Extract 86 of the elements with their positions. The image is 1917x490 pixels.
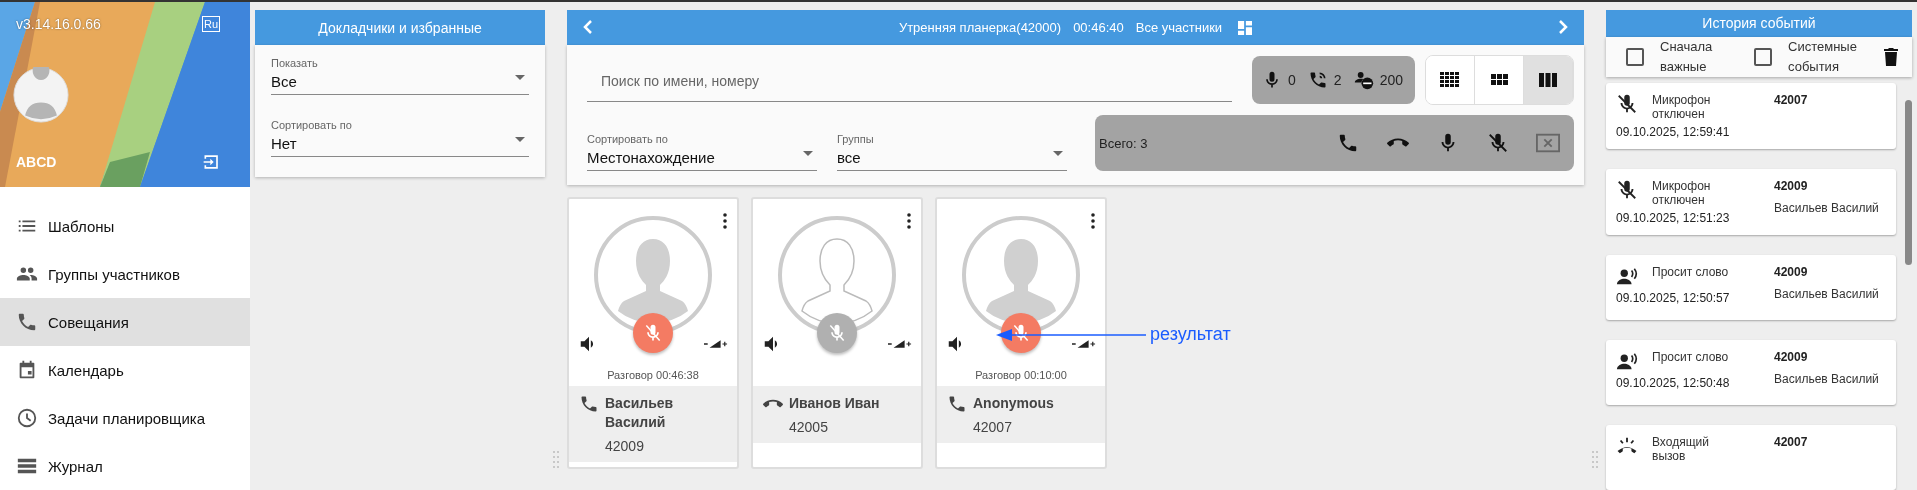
annotation-label: результат xyxy=(1150,324,1231,345)
mute-icon xyxy=(1011,323,1031,343)
layout-button[interactable] xyxy=(1524,56,1573,104)
participant-number: 42005 xyxy=(789,419,829,435)
search-field[interactable]: Поиск по имени, номеру xyxy=(587,58,1233,102)
panel-title: Докладчики и избранные xyxy=(318,19,482,36)
nav-item[interactable]: Совещания xyxy=(0,298,250,346)
phone-icon xyxy=(16,311,38,333)
event-number: 42009 xyxy=(1774,179,1809,193)
view-label: Все участники xyxy=(1135,20,1223,35)
event-time: 09.10.2025, 12:59:41 xyxy=(1616,125,1731,139)
checkbox-option[interactable]: Системные события xyxy=(1754,36,1874,77)
select-field[interactable]: Группы все xyxy=(837,133,1067,171)
dropdown-arrow-icon[interactable] xyxy=(1053,151,1063,156)
select-field[interactable]: Показать Все xyxy=(271,57,529,95)
mute-icon[interactable] xyxy=(1486,132,1510,154)
participant-card[interactable]: Разговор 00:46:38 Васильев Василий 42009 xyxy=(567,197,739,469)
stat-count: 2 xyxy=(1333,72,1342,88)
mute-icon xyxy=(643,323,663,343)
nav-item[interactable]: Группы участников xyxy=(0,250,250,298)
event-participant: Васильев Василий xyxy=(1774,287,1879,301)
dropdown-arrow-icon[interactable] xyxy=(515,137,525,142)
more-icon[interactable] xyxy=(907,213,911,229)
conference-title: Утренняя планерка(42000) xyxy=(898,20,1062,35)
participant-card[interactable]: Разговор 00:10:00 Anonymous 42007 xyxy=(935,197,1107,469)
more-icon[interactable] xyxy=(723,213,727,229)
select-field[interactable]: Сортировать по Местонахождение xyxy=(587,133,817,171)
more-icon[interactable] xyxy=(1091,213,1095,229)
scrollbar[interactable] xyxy=(1905,100,1912,265)
event-type: Просит слово xyxy=(1652,350,1730,366)
participant-number: 42007 xyxy=(973,419,1013,435)
phone-icon xyxy=(579,394,599,414)
event-time: 09.10.2025, 12:50:48 xyxy=(1616,376,1731,390)
event-time: 09.10.2025, 12:50:57 xyxy=(1616,291,1731,305)
user-avatar-icon xyxy=(13,67,69,123)
dashboard-icon[interactable] xyxy=(1238,20,1253,35)
grid-icon xyxy=(1440,72,1460,88)
volume-level-icon[interactable] xyxy=(704,339,728,349)
event-time: 09.10.2025, 12:51:23 xyxy=(1616,211,1731,225)
stat-count: 0 xyxy=(1288,72,1296,88)
event-number: 42009 xyxy=(1774,350,1809,364)
event-participant: Васильев Василий xyxy=(1774,372,1879,386)
event-type: Просит слово xyxy=(1652,265,1730,281)
language-button[interactable]: Ru xyxy=(201,16,220,32)
event-number: 42007 xyxy=(1774,93,1808,107)
resize-handle-icon[interactable] xyxy=(553,450,559,470)
participant-number: 42009 xyxy=(605,438,645,454)
panel-title: История событий xyxy=(1702,15,1816,32)
layout-button[interactable] xyxy=(1426,56,1475,104)
event-type: Микрофон отключен xyxy=(1652,93,1712,121)
nav-item[interactable]: Шаблоны xyxy=(0,202,250,250)
nav-item[interactable]: Журнал xyxy=(0,442,250,490)
user-name: ABCD xyxy=(16,154,57,170)
resize-handle-icon[interactable] xyxy=(1592,450,1598,470)
volume-level-icon[interactable] xyxy=(1072,339,1096,349)
volume-level-icon[interactable] xyxy=(888,339,912,349)
trash-icon[interactable] xyxy=(1884,47,1898,66)
stat-count: 200 xyxy=(1379,72,1403,88)
conference-duration: 00:46:40 xyxy=(1073,20,1124,35)
clock-icon xyxy=(16,407,38,429)
event-participant: Васильев Василий xyxy=(1774,201,1879,215)
event-type: Микрофон отключен xyxy=(1652,179,1712,207)
call-status: Разговор 00:10:00 xyxy=(975,369,1067,382)
participant-card[interactable]: Иванов Иван 42005 xyxy=(751,197,923,469)
participant-name: Васильев Василий xyxy=(605,394,675,432)
total-count: Всего: 3 xyxy=(1099,135,1149,151)
phone-icon xyxy=(947,394,967,414)
call-status: Разговор 00:46:38 xyxy=(607,369,699,382)
mute-icon xyxy=(1616,93,1638,115)
mute-icon xyxy=(1616,179,1638,201)
grid-icon xyxy=(1489,72,1509,88)
person-max-icon xyxy=(1353,70,1374,90)
dropdown-arrow-icon[interactable] xyxy=(803,151,813,156)
grid-icon xyxy=(1538,72,1558,88)
nav-item[interactable]: Календарь xyxy=(0,346,250,394)
mute-icon xyxy=(827,323,847,343)
dropdown-arrow-icon[interactable] xyxy=(515,75,525,80)
event-type: Входящий вызов xyxy=(1652,435,1710,463)
participant-name: Anonymous xyxy=(973,394,1054,413)
checkbox-option[interactable]: Сначала важные xyxy=(1626,36,1746,77)
nav-item[interactable]: Задачи планировщика xyxy=(0,394,250,442)
mute-button[interactable] xyxy=(633,313,673,353)
event-number: 42009 xyxy=(1774,265,1809,279)
event-number: 42007 xyxy=(1774,435,1808,449)
select-field[interactable]: Сортировать по Нет xyxy=(271,119,529,157)
participant-name: Иванов Иван xyxy=(789,394,880,413)
